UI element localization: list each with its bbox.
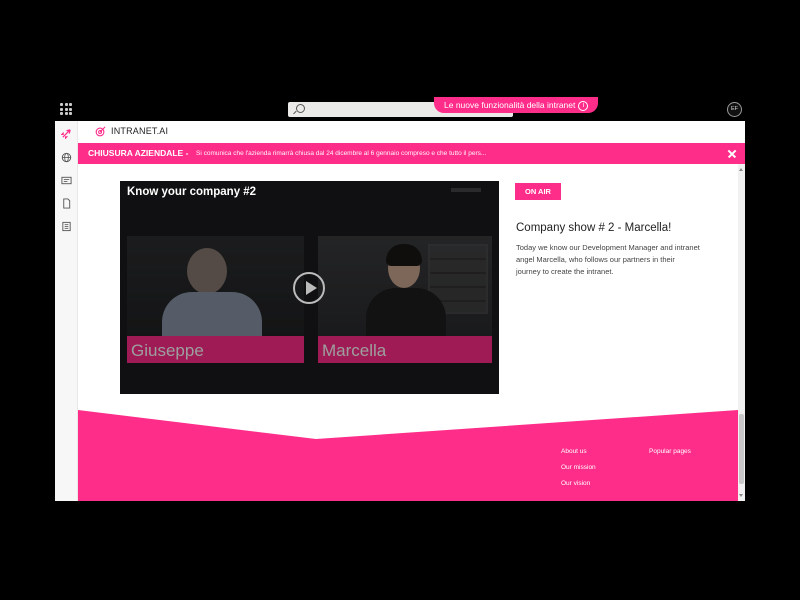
document-icon[interactable] [61, 198, 72, 209]
news-icon[interactable] [61, 175, 72, 186]
footer-link-our-vision[interactable]: Our vision [561, 480, 590, 487]
video-panel-left: Giuseppe [127, 236, 304, 363]
announcement-banner: CHIUSURA AZIENDALE - Si comunica che l'a… [78, 143, 745, 164]
user-avatar[interactable]: EF [727, 102, 742, 117]
footer-link-our-mission[interactable]: Our mission [561, 464, 596, 471]
left-rail [55, 121, 78, 501]
banner-message[interactable]: Si comunica che l'azienda rimarrà chiusa… [196, 143, 486, 164]
rocket-icon[interactable] [61, 128, 72, 139]
show-description: Today we know our Development Manager an… [516, 243, 700, 276]
site-header: INTRANET.AI [78, 121, 745, 142]
video-shade [127, 236, 304, 363]
video-player[interactable]: Giuseppe Marcella Know your company #2 [120, 181, 499, 394]
footer-link-popular-pages[interactable]: Popular pages [649, 448, 691, 455]
new-features-button[interactable]: Le nuove funzionalità della intranet i [434, 97, 598, 113]
page-scrollbar[interactable] [738, 164, 745, 501]
app-launcher-icon[interactable] [60, 103, 72, 115]
scroll-down-icon[interactable] [739, 494, 743, 497]
globe-icon[interactable] [61, 152, 72, 163]
close-icon[interactable] [725, 143, 739, 164]
brand-name[interactable]: INTRANET.AI [111, 126, 168, 136]
scroll-up-icon[interactable] [739, 168, 743, 171]
scrollbar-thumb[interactable] [739, 414, 744, 484]
banner-title: CHIUSURA AZIENDALE - [88, 148, 189, 158]
video-watermark [451, 188, 481, 192]
intranet-window: INTRANET.AI CHIUSURA AZIENDALE - Si comu… [55, 121, 745, 501]
video-title: Know your company #2 [127, 186, 257, 198]
target-logo-icon [95, 126, 106, 137]
on-air-badge[interactable]: ON AIR [515, 183, 561, 200]
show-title: Company show # 2 - Marcella! [516, 222, 672, 234]
site-footer: About us Our mission Our vision Popular … [78, 410, 738, 501]
video-panel-right: Marcella [318, 236, 492, 363]
play-icon[interactable] [293, 272, 325, 304]
footer-background [78, 410, 738, 501]
search-icon [296, 104, 305, 113]
book-icon[interactable] [61, 221, 72, 232]
info-icon: i [578, 100, 589, 111]
video-shade [318, 236, 492, 363]
footer-link-about-us[interactable]: About us [561, 448, 587, 455]
new-features-label: Le nuove funzionalità della intranet [444, 100, 576, 110]
